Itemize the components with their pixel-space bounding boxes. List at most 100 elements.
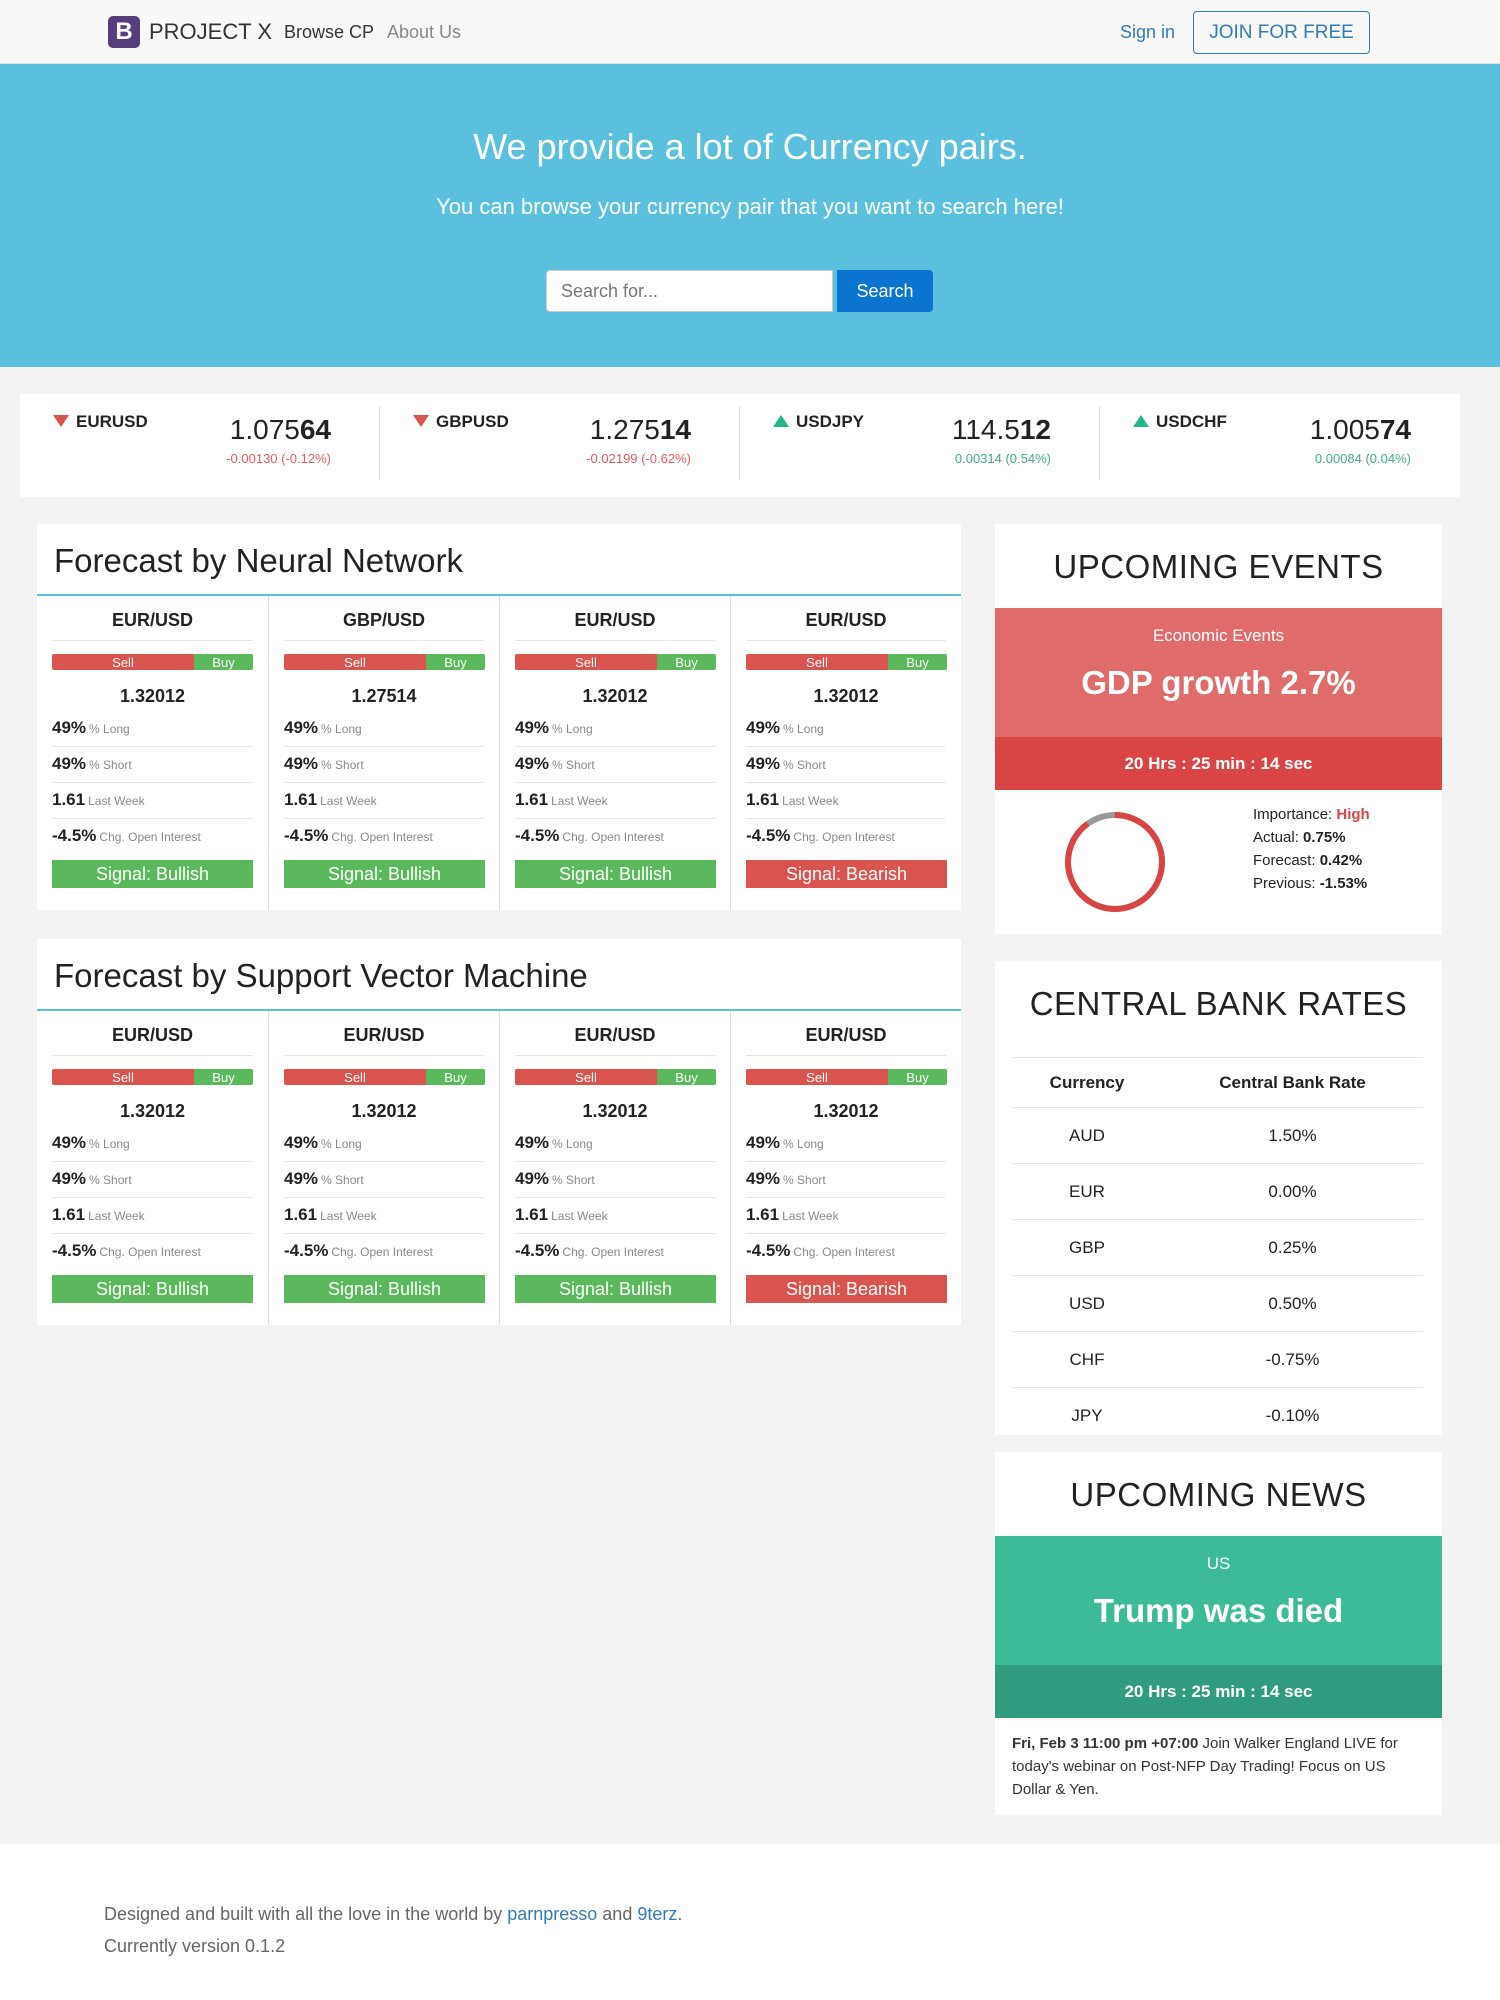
nav-about-us[interactable]: About Us (387, 22, 461, 43)
forecast-column: GBP/USD Sell Buy 1.27514 49%% Long 49%% Short… (268, 596, 499, 910)
stat-label: Last Week (320, 1209, 377, 1223)
open-interest-stat: -4.5% Chg. Open Interest (284, 1241, 484, 1269)
pair-name[interactable]: EUR/USD (269, 1025, 499, 1046)
search-input[interactable] (546, 270, 833, 312)
last-week-stat: 1.61 Last Week (515, 1205, 715, 1233)
author-link-parnpresso[interactable]: parnpresso (507, 1904, 597, 1924)
divider (284, 640, 484, 641)
stat-value: 1.61 (284, 790, 318, 809)
stat-label: Chg. Open Interest (793, 1245, 895, 1259)
panel-title: UPCOMING EVENTS (1053, 548, 1384, 585)
pair-name[interactable]: EUR/USD (37, 610, 268, 631)
stat-label: % Long (552, 1137, 593, 1151)
ticker-price: 1.27514 (491, 414, 691, 446)
ticker-divider (739, 406, 740, 480)
stat-label: % Short (89, 1173, 132, 1187)
stat-value: 1.61 (284, 1205, 318, 1224)
join-for-free-button[interactable]: JOIN FOR FREE (1193, 11, 1370, 54)
brand-name: PROJECT X (149, 19, 273, 44)
event-card[interactable]: Economic Events GDP growth 2.7% (995, 608, 1442, 737)
pair-name[interactable]: EUR/USD (37, 1025, 268, 1046)
stat-value: 49% (746, 718, 781, 737)
pair-name[interactable]: EUR/USD (500, 610, 730, 631)
long-stat: 49%% Long (746, 718, 946, 746)
stat-label: % Short (89, 758, 132, 772)
stat-label: Chg. Open Interest (99, 830, 201, 844)
pair-price: 1.32012 (119, 1101, 186, 1121)
stat-label: % Long (89, 722, 130, 736)
forecast-column: EUR/USD Sell Buy 1.32012 49%% Long 49%% Short… (37, 1011, 268, 1325)
navbar: B PROJECT X Browse CP About Us Sign in J… (0, 0, 1500, 64)
importance-value: High (1336, 806, 1370, 823)
stat-label: Last Week (782, 794, 839, 808)
rate-cell: -0.75% (1265, 1349, 1320, 1369)
stat-label: % Long (552, 722, 593, 736)
column-header-rate: Central Bank Rate (1219, 1072, 1366, 1092)
stat-value: -4.5% (284, 1241, 329, 1260)
open-interest-stat: -4.5% Chg. Open Interest (746, 826, 946, 854)
sign-in-link[interactable]: Sign in (1120, 22, 1175, 43)
stat-value: -4.5% (52, 826, 97, 845)
nav-browse-cp[interactable]: Browse CP (284, 22, 374, 43)
stat-value: 49% (515, 718, 550, 737)
previous-row: Previous: -1.53% (1253, 872, 1370, 895)
price-main: 114.5 (951, 414, 1020, 445)
pair-name[interactable]: GBP/USD (269, 610, 499, 631)
short-stat: 49%% Short (746, 754, 946, 782)
importance-row: Importance: High (1253, 803, 1370, 826)
rate-cell: 0.00% (1268, 1181, 1317, 1201)
divider (746, 818, 946, 819)
pair-price: 1.32012 (582, 686, 648, 706)
ticker-item[interactable]: GBPUSD 1.27514 -0.02199 (-0.62%) (380, 394, 740, 497)
news-headline: Trump was died (1093, 1592, 1344, 1629)
stat-value: 49% (515, 1169, 550, 1188)
forecast-column: EUR/USD Sell Buy 1.32012 49%% Long 49%% Short… (268, 1011, 499, 1325)
ticker-item[interactable]: EURUSD 1.07564 -0.00130 (-0.12%) (20, 394, 380, 497)
stat-label: Last Week (782, 1209, 839, 1223)
stat-value: 49% (52, 754, 87, 773)
brand[interactable]: B PROJECT X (108, 16, 272, 48)
short-stat: 49%% Short (746, 1169, 946, 1197)
event-category: Economic Events (1152, 626, 1285, 645)
panel-title: UPCOMING NEWS (1070, 1476, 1367, 1513)
long-stat: 49%% Long (515, 1133, 715, 1161)
upcoming-news-panel: UPCOMING NEWS US Trump was died 20 Hrs :… (995, 1452, 1442, 1815)
stat-value: -4.5% (52, 1241, 97, 1260)
long-stat: 49%% Long (52, 718, 253, 746)
short-stat: 49%% Short (52, 754, 253, 782)
stat-value: 49% (746, 1169, 781, 1188)
open-interest-stat: -4.5% Chg. Open Interest (515, 826, 715, 854)
pair-name[interactable]: EUR/USD (731, 1025, 961, 1046)
ticker-item[interactable]: USDJPY 114.512 0.00314 (0.54%) (740, 394, 1100, 497)
donut-arc (1065, 812, 1165, 912)
stat-label: % Short (321, 1173, 364, 1187)
stat-label: Last Week (88, 794, 145, 808)
ticker-change: -0.02199 (-0.62%) (586, 451, 691, 466)
news-card[interactable]: US Trump was died (995, 1536, 1442, 1665)
divider (515, 1233, 715, 1234)
price-pips: 14 (659, 414, 691, 445)
arrow-down-icon (53, 415, 69, 427)
stat-value: 1.61 (515, 1205, 549, 1224)
stat-label: % Long (783, 1137, 824, 1151)
signal-bullish-badge: Signal: Bullish (52, 1275, 253, 1303)
sell-bar: Sell (284, 1069, 426, 1085)
actual-label: Actual: (1253, 829, 1299, 846)
divider (284, 818, 484, 819)
last-week-stat: 1.61 Last Week (52, 1205, 253, 1233)
arrow-down-icon (413, 415, 429, 427)
buy-bar: Buy (194, 654, 253, 670)
author-link-9terz[interactable]: 9terz (637, 1904, 677, 1924)
ticker-item[interactable]: USDCHF 1.00574 0.00084 (0.04%) (1100, 394, 1460, 497)
news-region: US (1206, 1554, 1231, 1573)
pair-name[interactable]: EUR/USD (500, 1025, 730, 1046)
stat-label: % Long (321, 722, 362, 736)
hero-banner: We provide a lot of Currency pairs. You … (0, 64, 1500, 367)
pair-name[interactable]: EUR/USD (731, 610, 961, 631)
arrow-up-icon (773, 415, 789, 427)
currency-cell: JPY (1071, 1405, 1103, 1425)
buy-bar: Buy (194, 1069, 253, 1085)
ticker-change: 0.00084 (0.04%) (1314, 451, 1411, 466)
search-button[interactable]: Search (837, 270, 933, 312)
importance-donut-chart (1065, 812, 1165, 912)
